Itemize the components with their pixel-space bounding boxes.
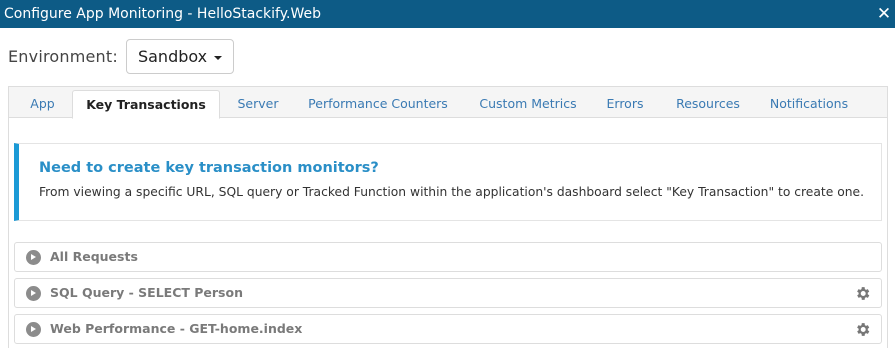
tab-performance-counters[interactable]: Performance Counters: [301, 90, 455, 119]
transaction-row-all-requests[interactable]: All Requests: [14, 242, 882, 272]
chevron-right-icon: [26, 250, 41, 265]
environment-dropdown[interactable]: Sandbox: [125, 39, 235, 74]
callout-title: Need to create key transaction monitors?: [39, 160, 379, 176]
info-callout: Need to create key transaction monitors?…: [14, 143, 882, 221]
chevron-right-icon: [26, 322, 41, 337]
tab-resources[interactable]: Resources: [669, 90, 747, 119]
chevron-right-icon: [26, 286, 41, 301]
tab-app[interactable]: App: [17, 90, 68, 119]
caret-down-icon: [214, 55, 223, 60]
tab-bar: App Key Transactions Server Performance …: [9, 87, 887, 119]
gear-icon[interactable]: [854, 285, 871, 302]
environment-selected-value: Sandbox: [137, 47, 208, 66]
transaction-label: All Requests: [50, 249, 138, 264]
transaction-row-sql-query[interactable]: SQL Query - SELECT Person: [14, 278, 882, 308]
gear-icon[interactable]: [854, 321, 871, 338]
config-panel: App Key Transactions Server Performance …: [8, 86, 888, 348]
tab-errors[interactable]: Errors: [597, 90, 653, 119]
callout-text: From viewing a specific URL, SQL query o…: [39, 185, 865, 199]
close-icon[interactable]: ✕: [875, 5, 893, 23]
transaction-label: Web Performance - GET-home.index: [50, 321, 303, 336]
title-bar: Configure App Monitoring - HelloStackify…: [0, 0, 895, 28]
environment-label: Environment:: [8, 47, 118, 66]
transaction-row-web-performance[interactable]: Web Performance - GET-home.index: [14, 314, 882, 344]
window-title: Configure App Monitoring - HelloStackify…: [4, 6, 322, 22]
transaction-label: SQL Query - SELECT Person: [50, 285, 243, 300]
tab-notifications[interactable]: Notifications: [763, 90, 855, 119]
tab-custom-metrics[interactable]: Custom Metrics: [471, 90, 585, 119]
tab-server[interactable]: Server: [225, 90, 291, 119]
environment-row: Environment: Sandbox: [8, 39, 235, 74]
tab-key-transactions[interactable]: Key Transactions: [72, 90, 220, 119]
